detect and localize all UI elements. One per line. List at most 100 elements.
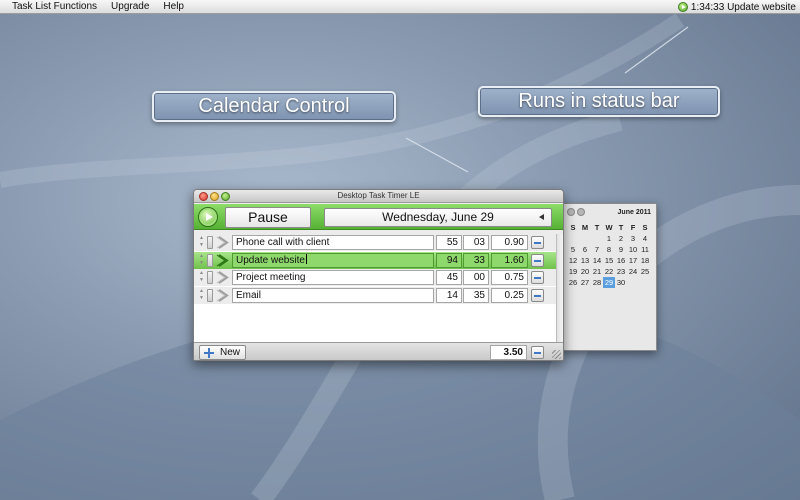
calendar-day[interactable]: 23 [615,266,627,277]
drag-handle[interactable] [207,236,213,249]
task-row[interactable]: ▲ ▼ Email 14 35 0.25 [194,286,556,304]
task-seconds-field[interactable]: 00 [463,270,489,285]
date-picker[interactable]: Wednesday, June 29 [324,208,552,227]
task-play-icon[interactable] [216,288,230,303]
task-minutes-field[interactable]: 45 [436,270,462,285]
task-row[interactable]: ▲ ▼ Phone call with client 55 03 0.90 [194,234,556,251]
task-name-field[interactable]: Phone call with client [232,235,434,250]
calendar-day [591,233,603,244]
calendar-weekday: F [630,223,636,232]
new-task-label: New [220,347,241,358]
calendar-day[interactable]: 21 [591,266,603,277]
menu-upgrade[interactable]: Upgrade [104,0,156,14]
task-seconds-field[interactable]: 33 [463,252,489,268]
calendar-day[interactable]: 4 [639,233,651,244]
drag-handle[interactable] [207,253,213,267]
reorder-stepper-icon[interactable]: ▲ ▼ [197,270,206,285]
calendar-day[interactable]: 11 [639,244,651,255]
calendar-weekday: T [594,223,600,232]
calendar-day[interactable]: 26 [567,277,579,288]
task-row[interactable]: ▲ ▼ Project meeting 45 00 0.75 [194,269,556,286]
task-play-icon[interactable] [216,235,230,250]
calendar-day[interactable]: 10 [627,244,639,255]
calendar-day[interactable]: 3 [627,233,639,244]
calendar-day[interactable]: 1 [603,233,615,244]
text-caret [305,253,307,264]
calendar-day[interactable]: 6 [579,244,591,255]
task-list-scrollbar[interactable] [556,234,563,342]
task-value-field[interactable]: 1.60 [491,252,528,268]
calendar-day[interactable]: 2 [615,233,627,244]
calendar-day [567,233,579,244]
play-button[interactable] [198,207,218,227]
task-seconds-field[interactable]: 35 [463,287,489,303]
calendar-day[interactable]: 28 [591,277,603,288]
task-value-field[interactable]: 0.75 [491,270,528,285]
calendar-day[interactable]: 25 [639,266,651,277]
calendar-day[interactable]: 12 [567,255,579,266]
calendar-day[interactable]: 5 [567,244,579,255]
task-minutes-field[interactable]: 94 [436,252,462,268]
calendar-day[interactable]: 24 [627,266,639,277]
calendar-next-button[interactable] [577,208,585,216]
calendar-day[interactable]: 15 [603,255,615,266]
task-list: ▲ ▼ Phone call with client 55 03 0.90 ▲ ▼ Update… [194,234,556,342]
task-minutes-field[interactable]: 14 [436,287,462,303]
calendar-day[interactable]: 19 [567,266,579,277]
drag-handle[interactable] [207,271,213,284]
calendar-day[interactable]: 13 [579,255,591,266]
calendar-weekday: S [570,223,576,232]
calendar-day[interactable]: 22 [603,266,615,277]
task-value-field-text: 1.60 [504,254,524,266]
toolbar: Pause Wednesday, June 29 [194,204,563,230]
task-seconds-field-text: 35 [473,289,485,301]
calendar-day[interactable]: 8 [603,244,615,255]
pause-button[interactable]: Pause [225,207,311,228]
reorder-stepper-icon[interactable]: ▲ ▼ [197,235,206,250]
task-name-field[interactable]: Project meeting [232,270,434,285]
task-minutes-field[interactable]: 55 [436,235,462,250]
new-task-button[interactable]: New [199,345,246,360]
calendar-day[interactable]: 14 [591,255,603,266]
remove-task-button[interactable] [531,271,544,284]
task-name-field[interactable]: Update website [232,252,434,268]
calendar-prev-button[interactable] [567,208,575,216]
calendar-day[interactable]: 17 [627,255,639,266]
calendar-day[interactable]: 9 [615,244,627,255]
calendar-day[interactable]: 29 [603,277,615,288]
reorder-stepper-icon[interactable]: ▲ ▼ [197,253,206,268]
calendar-day[interactable]: 20 [579,266,591,277]
task-name-field-text: Phone call with client [236,237,330,248]
calendar-day[interactable]: 7 [591,244,603,255]
task-name-field[interactable]: Email [232,287,434,303]
remove-task-button[interactable] [531,288,544,302]
status-bar-item[interactable]: 1:34:33 Update website [677,0,796,14]
task-name-field-text: Project meeting [236,272,306,283]
total-minus-button[interactable] [531,346,544,359]
task-row[interactable]: ▲ ▼ Update website 94 33 1.60 [194,251,556,269]
task-play-icon[interactable] [216,270,230,285]
remove-task-button[interactable] [531,236,544,249]
calendar-month-label: June 2011 [617,209,651,216]
resize-grip[interactable] [552,350,561,359]
remove-task-button[interactable] [531,253,544,267]
menu-help[interactable]: Help [156,0,191,14]
calendar-day[interactable]: 27 [579,277,591,288]
calendar-day[interactable]: 16 [615,255,627,266]
calendar-day[interactable]: 18 [639,255,651,266]
task-value-field[interactable]: 0.25 [491,287,528,303]
task-minutes-field-text: 14 [446,289,458,301]
task-minutes-field-text: 45 [446,272,458,283]
calendar-header: June 2011 [563,204,656,218]
plus-icon [204,348,214,358]
menu-task-list-functions[interactable]: Task List Functions [0,0,104,14]
callout-status-bar: Runs in status bar [478,86,720,117]
task-play-icon[interactable] [216,253,230,268]
calendar-day[interactable]: 30 [615,277,627,288]
calendar-weekday: T [618,223,624,232]
drag-handle[interactable] [207,288,213,302]
task-seconds-field[interactable]: 03 [463,235,489,250]
window-titlebar[interactable]: Desktop Task Timer LE [194,190,563,203]
task-value-field[interactable]: 0.90 [491,235,528,250]
reorder-stepper-icon[interactable]: ▲ ▼ [197,288,206,303]
